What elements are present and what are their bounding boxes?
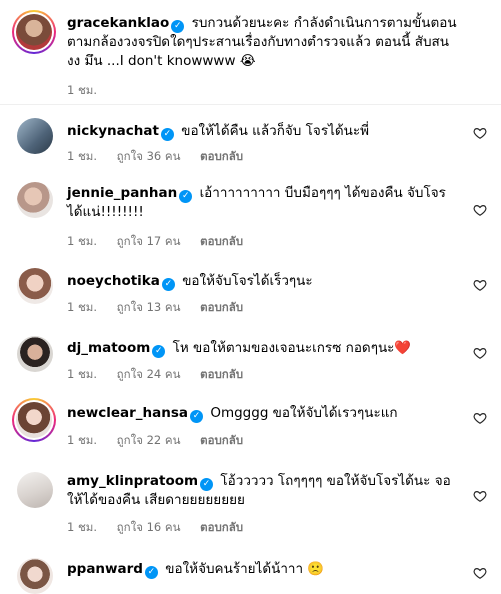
avatar-story-ring[interactable] [12, 10, 56, 54]
avatar [16, 402, 52, 438]
heart-icon[interactable] [473, 411, 487, 425]
reply-button[interactable]: ตอบกลับ [200, 433, 243, 447]
verified-badge-icon: ✓ [144, 566, 158, 579]
timestamp: 1 ชม. [67, 83, 98, 97]
avatar[interactable] [17, 336, 53, 372]
comment-text: ขอให้จับคนร้ายได้น้าาา [165, 561, 304, 577]
comment-body: nickynachat ✓ ขอให้ได้คืน แล้วก็จับ โจรได… [67, 122, 461, 141]
heart-icon[interactable] [473, 278, 487, 292]
verified-badge-icon: ✓ [200, 478, 214, 491]
comment-meta: 1 ชม. ถูกใจ 13 คน ตอบกลับ [67, 299, 259, 317]
comment-body: noeychotika ✓ ขอให้จับโจรได้เร็วๆนะ [67, 272, 461, 291]
username[interactable]: newclear_hansa [67, 405, 188, 421]
like-count[interactable]: ถูกใจ 36 คน [117, 149, 181, 163]
verified-badge-icon: ✓ [152, 345, 166, 358]
avatar-story-ring[interactable] [12, 398, 56, 442]
verified-badge-icon: ✓ [171, 20, 185, 33]
heart-icon[interactable] [473, 126, 487, 140]
like-count[interactable]: ถูกใจ 16 คน [117, 520, 181, 534]
comment-body: newclear_hansa ✓ Omgggg ขอให้จับได้เรวๆนะ… [67, 404, 461, 423]
comment-text: โห ขอให้ตามของเจอนะเกรซ กอดๆนะ [172, 340, 395, 356]
heart-icon[interactable] [473, 489, 487, 503]
verified-badge-icon: ✓ [179, 190, 193, 203]
reply-button[interactable]: ตอบกลับ [200, 300, 243, 314]
like-count[interactable]: ถูกใจ 17 คน [117, 234, 181, 248]
reply-button[interactable]: ตอบกลับ [200, 149, 243, 163]
username[interactable]: dj_matoom [67, 340, 150, 356]
timestamp: 1 ชม. [67, 234, 98, 248]
comment-meta: 1 ชม. ถูกใจ 17 คน ตอบกลับ [67, 233, 259, 251]
username[interactable]: jennie_panhan [67, 185, 177, 201]
heart-icon[interactable] [473, 203, 487, 217]
like-count[interactable]: ถูกใจ 13 คน [117, 300, 181, 314]
comment-body: jennie_panhan ✓ เอ้าาาาาาาาา บีบมือๆๆๆ ได… [67, 184, 461, 222]
comment-body: ppanward ✓ ขอให้จับคนร้ายได้น้าาา 🙁 [67, 560, 461, 579]
username[interactable]: gracekanklao [67, 15, 169, 31]
avatar[interactable] [17, 558, 53, 594]
avatar[interactable] [17, 182, 53, 218]
avatar [16, 14, 52, 50]
like-count[interactable]: ถูกใจ 22 คน [117, 433, 181, 447]
heart-icon[interactable] [473, 346, 487, 360]
comment-meta: 1 ชม. ถูกใจ 22 คน ตอบกลับ [67, 432, 259, 450]
comment-body: gracekanklao ✓ รบกวนด้วยนะคะ กำลังดำเนินก… [67, 14, 461, 71]
comment-meta: 1 ชม. [67, 82, 113, 100]
heart-icon[interactable] [473, 566, 487, 580]
comment-text: Omgggg ขอให้จับได้เรวๆนะแก [210, 405, 398, 421]
username[interactable]: nickynachat [67, 123, 159, 139]
crying-emoji-icon: 😭 [239, 53, 256, 69]
comment-text: ขอให้ได้คืน แล้วก็จับ โจรได้นะพี่ [181, 123, 369, 139]
like-count[interactable]: ถูกใจ 24 คน [117, 367, 181, 381]
divider [0, 104, 501, 105]
verified-badge-icon: ✓ [161, 278, 175, 291]
reply-button[interactable]: ตอบกลับ [200, 520, 243, 534]
comment-meta: 1 ชม. ถูกใจ 16 คน ตอบกลับ [67, 519, 259, 537]
comment-body: dj_matoom ✓ โห ขอให้ตามของเจอนะเกรซ กอดๆน… [67, 339, 461, 358]
avatar[interactable] [17, 472, 53, 508]
username[interactable]: noeychotika [67, 273, 160, 289]
sad-face-emoji-icon: 🙁 [307, 561, 325, 577]
verified-badge-icon: ✓ [190, 410, 204, 423]
comment-meta: 1 ชม. ถูกใจ 24 คน ตอบกลับ [67, 366, 259, 384]
comment-body: amy_klinpratoom ✓ โอ้ววววว โถๆๆๆๆ ขอให้จั… [67, 472, 461, 510]
timestamp: 1 ชม. [67, 300, 98, 314]
timestamp: 1 ชม. [67, 433, 98, 447]
reply-button[interactable]: ตอบกลับ [200, 367, 243, 381]
comment-text: ขอให้จับโจรได้เร็วๆนะ [182, 273, 313, 289]
avatar[interactable] [17, 268, 53, 304]
timestamp: 1 ชม. [67, 367, 98, 381]
avatar[interactable] [17, 118, 53, 154]
reply-button[interactable]: ตอบกลับ [200, 234, 243, 248]
timestamp: 1 ชม. [67, 149, 98, 163]
username[interactable]: ppanward [67, 561, 143, 577]
comment-meta: 1 ชม. ถูกใจ 36 คน ตอบกลับ [67, 148, 259, 166]
red-heart-emoji-icon: ❤️ [394, 340, 412, 356]
timestamp: 1 ชม. [67, 520, 98, 534]
verified-badge-icon: ✓ [160, 128, 174, 141]
username[interactable]: amy_klinpratoom [67, 473, 198, 489]
